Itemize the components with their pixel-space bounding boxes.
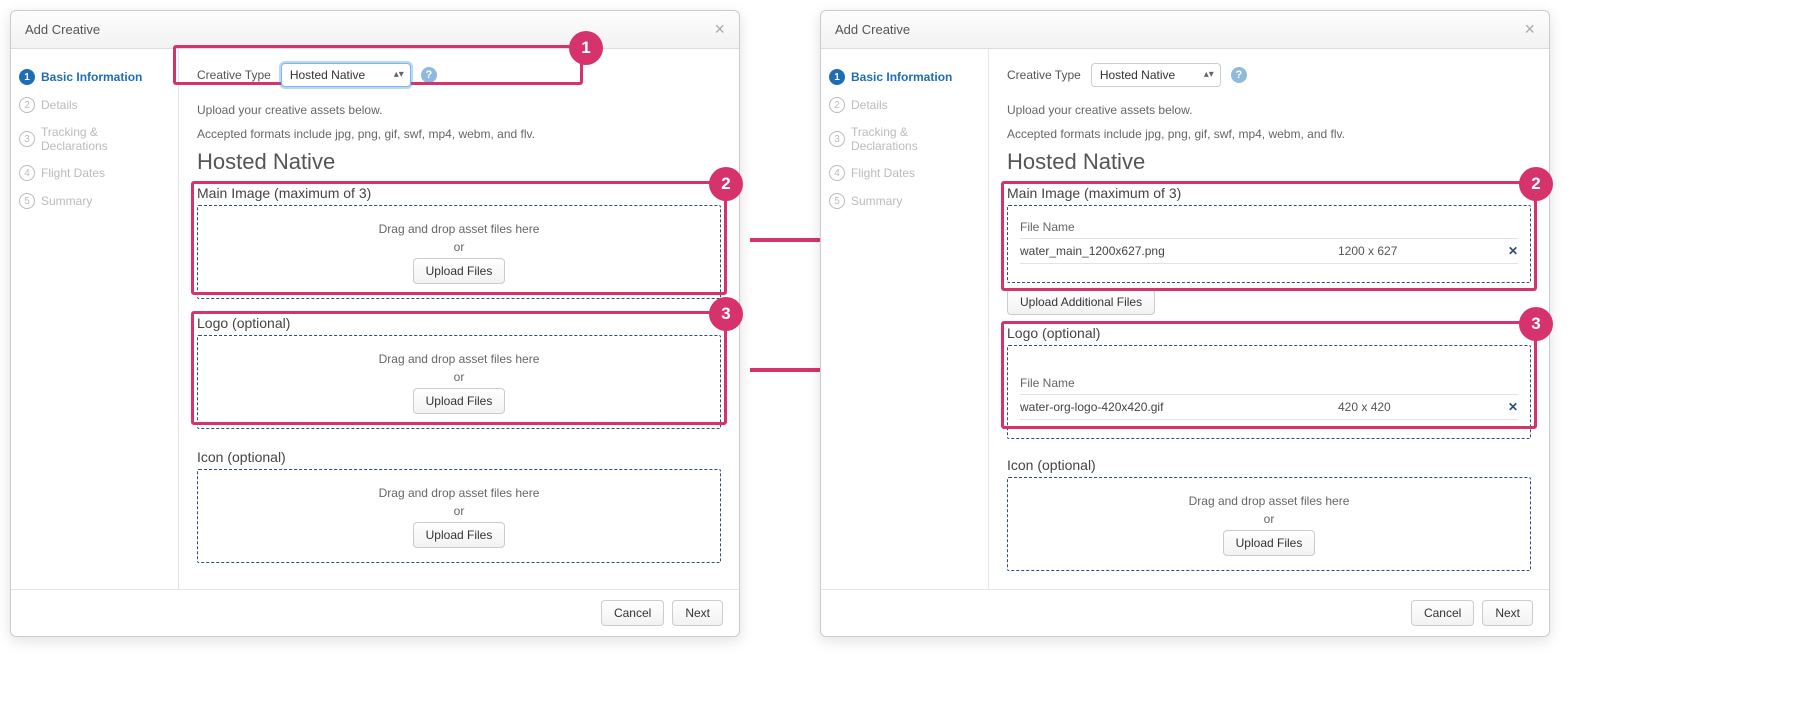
drag-text: Drag and drop asset files here — [1018, 494, 1520, 508]
icon-dropzone[interactable]: Drag and drop asset files here or Upload… — [1007, 477, 1531, 571]
next-button[interactable]: Next — [672, 600, 723, 626]
step-summary[interactable]: 5 Summary — [827, 187, 978, 215]
step-number-icon: 2 — [829, 97, 845, 113]
upload-hint-1: Upload your creative assets below. — [197, 101, 721, 119]
steps-sidebar: 1 Basic Information 2 Details 3 Tracking & De… — [821, 49, 989, 589]
main-image-dropzone[interactable]: Drag and drop asset files here or Upload… — [197, 205, 721, 299]
or-text: or — [1018, 512, 1520, 526]
step-label: Tracking & Declarations — [851, 125, 976, 153]
modal-header: Add Creative × — [821, 11, 1549, 49]
step-flight-dates[interactable]: 4 Flight Dates — [17, 159, 168, 187]
step-basic-information[interactable]: 1 Basic Information — [827, 63, 978, 91]
upload-files-button[interactable]: Upload Files — [413, 388, 506, 414]
step-tracking-declarations[interactable]: 3 Tracking & Declarations — [17, 119, 168, 159]
add-creative-modal-right: Add Creative × 1 Basic Information 2 Detail… — [820, 10, 1550, 637]
step-number-icon: 5 — [19, 193, 35, 209]
file-name: water-org-logo-420x420.gif — [1020, 400, 1338, 414]
step-label: Flight Dates — [851, 166, 915, 180]
remove-file-icon[interactable]: ✕ — [1498, 244, 1518, 258]
table-row: water_main_1200x627.png 1200 x 627 ✕ — [1020, 238, 1518, 264]
modal-header: Add Creative × — [11, 11, 739, 49]
creative-type-label: Creative Type — [1007, 68, 1081, 82]
creative-type-value: Hosted Native — [1100, 68, 1175, 82]
add-creative-modal-left: Add Creative × 1 Basic Information 2 Detail… — [10, 10, 740, 637]
or-text: or — [208, 504, 710, 518]
chevron-updown-icon: ▴▾ — [394, 70, 404, 80]
step-label: Basic Information — [851, 70, 952, 84]
step-tracking-declarations[interactable]: 3 Tracking & Declarations — [827, 119, 978, 159]
chevron-updown-icon: ▴▾ — [1204, 70, 1214, 80]
step-number-icon: 4 — [829, 165, 845, 181]
or-text: or — [208, 370, 710, 384]
step-label: Tracking & Declarations — [41, 125, 166, 153]
step-label: Flight Dates — [41, 166, 105, 180]
remove-file-icon[interactable]: ✕ — [1498, 400, 1518, 414]
section-title: Hosted Native — [197, 149, 721, 175]
upload-files-button[interactable]: Upload Files — [413, 522, 506, 548]
logo-label: Logo (optional) — [1007, 325, 1531, 341]
step-details[interactable]: 2 Details — [17, 91, 168, 119]
creative-type-select[interactable]: Hosted Native ▴▾ — [281, 63, 411, 87]
step-number-icon: 2 — [19, 97, 35, 113]
drag-text: Drag and drop asset files here — [208, 486, 710, 500]
logo-dropzone[interactable]: Drag and drop asset files here or Upload… — [197, 335, 721, 429]
content-area: Creative Type Hosted Native ▴▾ ? Upload … — [989, 49, 1549, 589]
creative-type-select[interactable]: Hosted Native ▴▾ — [1091, 63, 1221, 87]
step-number-icon: 3 — [829, 131, 845, 147]
upload-hint-2: Accepted formats include jpg, png, gif, … — [1007, 125, 1531, 143]
next-button[interactable]: Next — [1482, 600, 1533, 626]
close-icon[interactable]: × — [714, 19, 725, 40]
cancel-button[interactable]: Cancel — [1411, 600, 1474, 626]
main-image-label: Main Image (maximum of 3) — [197, 185, 721, 201]
logo-file-table: File Name water-org-logo-420x420.gif 420… — [1007, 345, 1531, 439]
section-title: Hosted Native — [1007, 149, 1531, 175]
help-icon[interactable]: ? — [421, 67, 437, 83]
upload-hint-1: Upload your creative assets below. — [1007, 101, 1531, 119]
upload-hint-2: Accepted formats include jpg, png, gif, … — [197, 125, 721, 143]
file-dimensions: 1200 x 627 — [1338, 244, 1498, 258]
main-image-label: Main Image (maximum of 3) — [1007, 185, 1531, 201]
modal-title: Add Creative — [835, 22, 910, 37]
icon-label: Icon (optional) — [1007, 457, 1531, 473]
step-flight-dates[interactable]: 4 Flight Dates — [827, 159, 978, 187]
help-icon[interactable]: ? — [1231, 67, 1247, 83]
logo-label: Logo (optional) — [197, 315, 721, 331]
table-row: water-org-logo-420x420.gif 420 x 420 ✕ — [1020, 394, 1518, 420]
creative-type-label: Creative Type — [197, 68, 271, 82]
drag-text: Drag and drop asset files here — [208, 222, 710, 236]
content-area: 1 Creative Type Hosted Native ▴▾ ? Uploa… — [179, 49, 739, 589]
step-basic-information[interactable]: 1 Basic Information — [17, 63, 168, 91]
step-number-icon: 1 — [19, 69, 35, 85]
file-name-header: File Name — [1020, 372, 1518, 394]
upload-files-button[interactable]: Upload Files — [413, 258, 506, 284]
cancel-button[interactable]: Cancel — [601, 600, 664, 626]
step-details[interactable]: 2 Details — [827, 91, 978, 119]
file-name-header: File Name — [1020, 216, 1518, 238]
upload-additional-files-button[interactable]: Upload Additional Files — [1007, 289, 1155, 315]
modal-title: Add Creative — [25, 22, 100, 37]
close-icon[interactable]: × — [1524, 19, 1535, 40]
step-label: Basic Information — [41, 70, 142, 84]
file-name: water_main_1200x627.png — [1020, 244, 1338, 258]
or-text: or — [208, 240, 710, 254]
upload-files-button[interactable]: Upload Files — [1223, 530, 1316, 556]
drag-text: Drag and drop asset files here — [208, 352, 710, 366]
icon-dropzone[interactable]: Drag and drop asset files here or Upload… — [197, 469, 721, 563]
step-number-icon: 5 — [829, 193, 845, 209]
steps-sidebar: 1 Basic Information 2 Details 3 Tracking & De… — [11, 49, 179, 589]
step-summary[interactable]: 5 Summary — [17, 187, 168, 215]
step-label: Details — [851, 98, 888, 112]
file-dimensions: 420 x 420 — [1338, 400, 1498, 414]
step-label: Summary — [851, 194, 902, 208]
step-number-icon: 3 — [19, 131, 35, 147]
main-image-file-table: File Name water_main_1200x627.png 1200 x… — [1007, 205, 1531, 283]
step-label: Summary — [41, 194, 92, 208]
step-number-icon: 4 — [19, 165, 35, 181]
icon-label: Icon (optional) — [197, 449, 721, 465]
creative-type-value: Hosted Native — [290, 68, 365, 82]
step-label: Details — [41, 98, 78, 112]
step-number-icon: 1 — [829, 69, 845, 85]
